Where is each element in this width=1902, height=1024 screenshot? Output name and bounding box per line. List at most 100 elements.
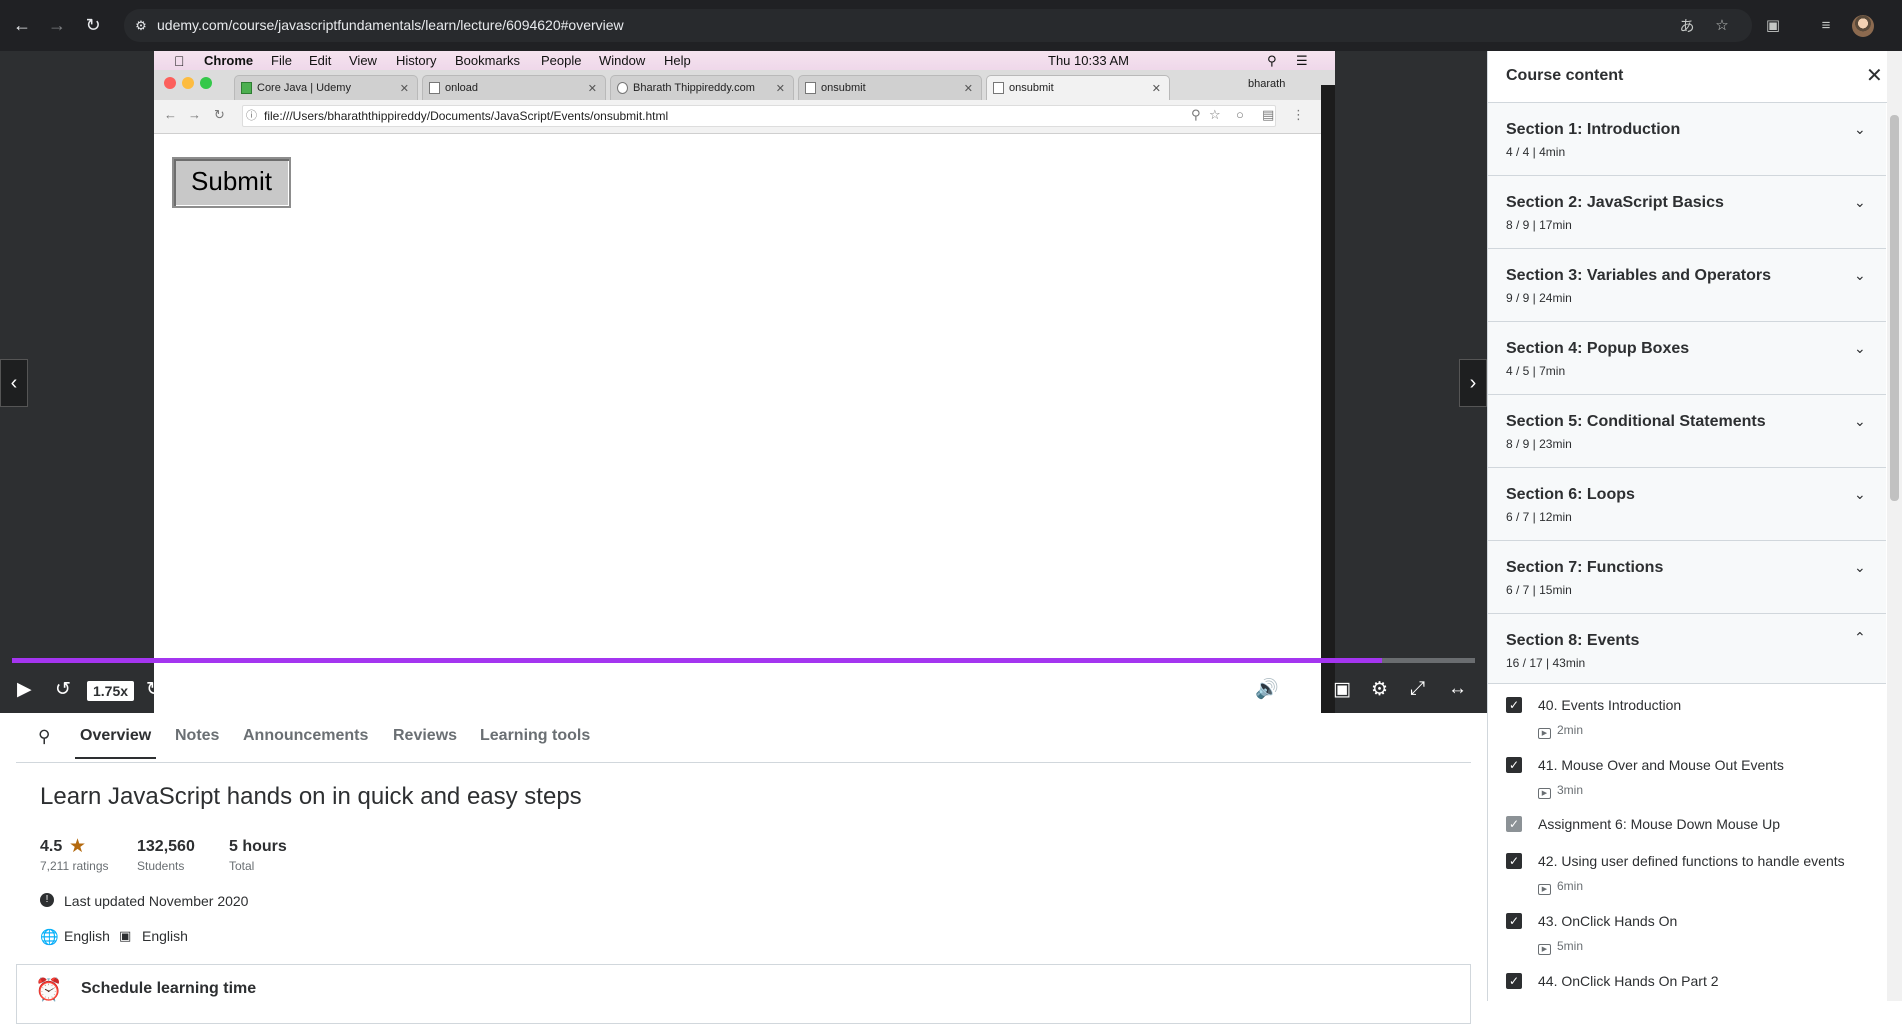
bookmark-star-icon[interactable]: ☆ [1711, 14, 1733, 36]
tab-announcements[interactable]: Announcements [243, 727, 368, 745]
lecture-title: 43. OnClick Hands On [1538, 913, 1678, 929]
lecture-duration-text: 2min [1557, 723, 1584, 737]
video-icon: ▶ [1538, 884, 1551, 895]
mac-menu-item: View [349, 53, 377, 68]
section-meta: 8 / 9 | 17min [1506, 218, 1572, 232]
video-player[interactable]:  Chrome File Edit View History Bookmark… [0, 51, 1487, 713]
tab-reviews[interactable]: Reviews [393, 727, 457, 745]
lecture-item[interactable]: ✓ 41. Mouse Over and Mouse Out Events ▶ 3… [1488, 744, 1886, 804]
search-icon[interactable]: ⚲ [38, 727, 50, 747]
last-updated: Last updated November 2020 [64, 893, 249, 909]
forward-icon[interactable]: → [46, 14, 68, 36]
completed-checkbox[interactable]: ✓ [1506, 973, 1522, 989]
chevron-down-icon: ⌄ [1854, 121, 1866, 137]
zoom-dot [200, 77, 212, 89]
play-icon[interactable]: ▶ [17, 676, 32, 702]
section-item[interactable]: Section 1: Introduction 4 / 4 | 4min ⌄ [1488, 103, 1886, 176]
lecture-item[interactable]: ✓ 44. OnClick Hands On Part 2 [1488, 960, 1886, 1001]
mac-menu-bar:  Chrome File Edit View History Bookmark… [154, 51, 1335, 70]
tab-close-icon: ✕ [399, 83, 409, 95]
lecture-item[interactable]: ✓ 42. Using user defined functions to ha… [1488, 840, 1886, 900]
lecture-item[interactable]: ✓ 43. OnClick Hands On ▶ 5min [1488, 900, 1886, 960]
fullscreen-icon[interactable]: ⤢ [1410, 676, 1425, 702]
time-display: 1:58 / 2:06 [181, 683, 249, 699]
profile-avatar[interactable] [1852, 15, 1874, 37]
completed-checkbox[interactable]: ✓ [1506, 816, 1522, 832]
alarm-clock-icon: ⏰ [35, 977, 63, 1002]
previous-lecture-button[interactable]: ‹ [0, 359, 28, 407]
profile-label: bharath [1248, 78, 1286, 90]
url-text[interactable]: udemy.com/course/javascriptfundamentals/… [157, 17, 624, 33]
completed-checkbox[interactable]: ✓ [1506, 697, 1522, 713]
list-icon: ☰ [1296, 53, 1308, 68]
schedule-title: Schedule learning time [81, 980, 257, 997]
settings-gear-icon[interactable]: ⚙ [1371, 676, 1388, 702]
section-title: Section 7: Functions [1506, 559, 1664, 576]
tab-notes[interactable]: Notes [175, 727, 219, 745]
udemy-favicon [241, 82, 252, 94]
completed-checkbox[interactable]: ✓ [1506, 757, 1522, 773]
section-item[interactable]: Section 7: Functions 6 / 7 | 15min ⌄ [1488, 541, 1886, 614]
section-meta: 4 / 4 | 4min [1506, 145, 1566, 159]
expand-width-icon[interactable]: ↔ [1448, 676, 1467, 702]
section-item[interactable]: Section 4: Popup Boxes 4 / 5 | 7min ⌄ [1488, 322, 1886, 395]
volume-icon[interactable]: 🔊 [1255, 676, 1279, 702]
scrollbar-thumb[interactable] [1890, 115, 1899, 501]
translate-icon[interactable]: あ [1676, 14, 1698, 36]
section-title: Section 5: Conditional Statements [1506, 413, 1766, 430]
tab-learning-tools[interactable]: Learning tools [480, 727, 590, 745]
chevron-down-icon: ⌄ [1854, 413, 1866, 429]
progress-bar[interactable] [12, 658, 1475, 663]
lecture-duration: ▶ 5min [1538, 939, 1583, 955]
close-dot [164, 77, 176, 89]
apple-icon:  [174, 53, 185, 69]
site-info-icon[interactable]: ⚙ [130, 15, 152, 37]
sidebar-header: Course content ✕ [1488, 51, 1902, 103]
forward-icon: → [188, 107, 201, 122]
next-lecture-button[interactable]: › [1459, 359, 1487, 407]
captions-icon[interactable]: ▣ [1333, 676, 1351, 702]
globe-icon: 🌐 [40, 929, 59, 946]
mac-tab: Bharath Thippireddy.com ✕ [610, 75, 794, 100]
demo-submit-button: Submit [172, 157, 291, 208]
star-icon: ★ [69, 836, 87, 857]
media-icon[interactable]: ≡ [1815, 14, 1837, 36]
section-title: Section 8: Events [1506, 632, 1640, 649]
section-item-expanded[interactable]: Section 8: Events 16 / 17 | 43min ⌄ [1488, 614, 1886, 684]
mac-menu-item: Bookmarks [455, 53, 521, 68]
language: English [64, 928, 110, 944]
lecture-title: 41. Mouse Over and Mouse Out Events [1538, 757, 1784, 773]
extensions-icon[interactable]: ▣ [1762, 14, 1784, 36]
completed-checkbox[interactable]: ✓ [1506, 853, 1522, 869]
chevron-down-icon: ⌄ [1854, 559, 1866, 575]
forward-5-icon[interactable]: ↻ [146, 676, 162, 702]
section-item[interactable]: Section 2: JavaScript Basics 8 / 9 | 17m… [1488, 176, 1886, 249]
schedule-learning-card[interactable]: ⏰ Schedule learning time [16, 964, 1471, 1024]
section-meta: 6 / 7 | 12min [1506, 510, 1572, 524]
mac-tab-strip: Core Java | Udemy ✕ onload ✕ Bharath Thipp… [154, 70, 1335, 100]
back-icon[interactable]: ← [11, 14, 33, 36]
notes-icon[interactable]: ✎ [266, 676, 280, 702]
section-item[interactable]: Section 3: Variables and Operators 9 / 9… [1488, 249, 1886, 322]
reload-icon[interactable]: ↻ [82, 14, 104, 36]
mac-menu-item: Edit [309, 53, 332, 68]
mac-tab-active: onsubmit ✕ [986, 75, 1170, 100]
section-item[interactable]: Section 5: Conditional Statements 8 / 9 … [1488, 395, 1886, 468]
close-icon[interactable]: ✕ [1866, 63, 1883, 88]
reload-icon: ↻ [214, 107, 225, 122]
tab-overview[interactable]: Overview [74, 727, 157, 759]
section-title: Section 1: Introduction [1506, 121, 1681, 138]
completed-checkbox[interactable]: ✓ [1506, 913, 1522, 929]
lecture-item[interactable]: ✓ Assignment 6: Mouse Down Mouse Up [1488, 804, 1886, 840]
playback-rate-button[interactable]: 1.75x [87, 681, 135, 701]
tab-close-icon: ✕ [1151, 83, 1161, 95]
mac-tab-label: Core Java | Udemy [257, 82, 351, 94]
transcript-icon[interactable]: ▤ [1295, 676, 1313, 702]
page-favicon [993, 82, 1004, 94]
lecture-item[interactable]: ✓ 40. Events Introduction ▶ 2min [1488, 684, 1886, 744]
section-item[interactable]: Section 6: Loops 6 / 7 | 12min ⌄ [1488, 468, 1886, 541]
rewind-5-icon[interactable]: ↺ [55, 676, 71, 702]
extension-icon: ○ [1236, 107, 1244, 122]
person-favicon [617, 82, 628, 94]
sidebar-scrollbar[interactable] [1887, 51, 1902, 1001]
